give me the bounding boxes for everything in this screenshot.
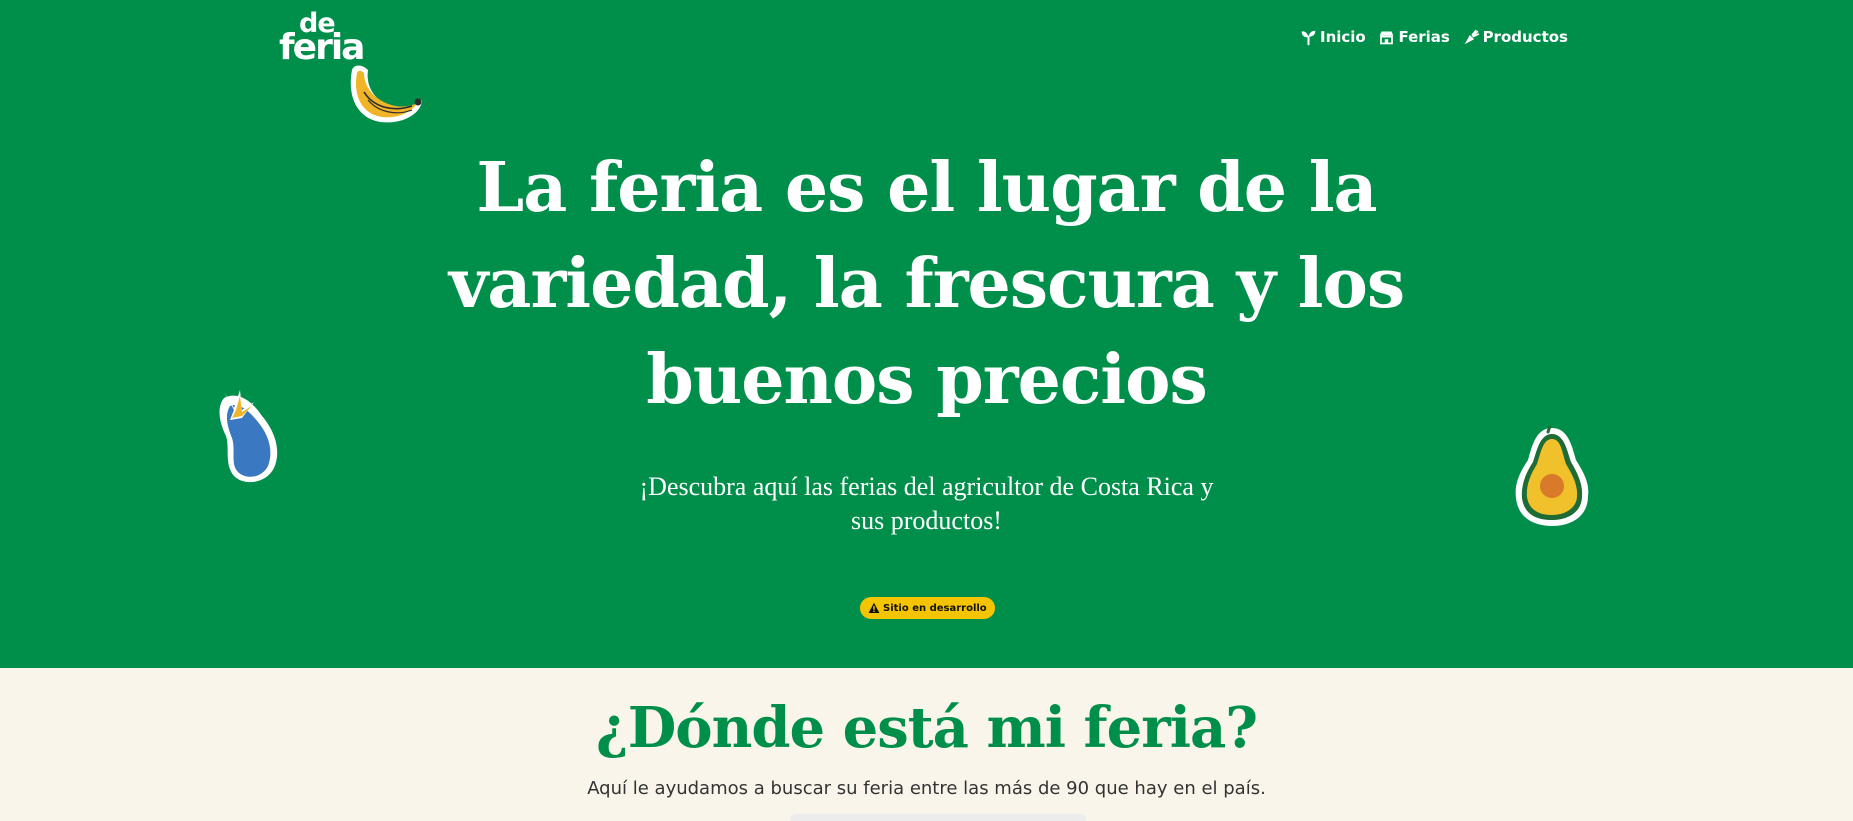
carrot-icon	[1463, 29, 1480, 46]
dev-status-badge: Sitio en desarrollo	[860, 597, 995, 619]
nav-label: Inicio	[1320, 28, 1366, 46]
banana-sticker	[350, 65, 422, 123]
search-box-top-edge[interactable]	[790, 814, 1086, 821]
hero-title: La feria es el lugar de la variedad, la …	[448, 148, 1405, 420]
nav-item-productos[interactable]: Productos	[1463, 28, 1568, 46]
section-subtitle: Aquí le ayudamos a buscar su feria entre…	[587, 778, 1266, 799]
nav-label: Ferias	[1398, 28, 1450, 46]
warning-icon	[868, 602, 880, 614]
nav-item-inicio[interactable]: Inicio	[1300, 28, 1366, 46]
eggplant-sticker	[219, 390, 278, 483]
nav-item-ferias[interactable]: Ferias	[1378, 28, 1450, 46]
badge-label: Sitio en desarrollo	[883, 602, 987, 614]
logo-feria-text: feria	[279, 27, 365, 68]
hero-section: de feria Inicio Ferias Productos La feri…	[0, 0, 1853, 668]
sprout-icon	[1300, 29, 1317, 46]
page: de feria Inicio Ferias Productos La feri…	[0, 0, 1853, 821]
site-logo[interactable]: de feria	[279, 10, 375, 68]
avocado-sticker	[1515, 426, 1589, 526]
nav-label: Productos	[1482, 28, 1568, 46]
main-nav: Inicio Ferias Productos	[1300, 26, 1568, 48]
hero-subtitle: ¡Descubra aquí las ferias del agricultor…	[639, 472, 1214, 535]
section-title: ¿Dónde está mi feria?	[595, 695, 1258, 761]
store-icon	[1378, 29, 1395, 46]
